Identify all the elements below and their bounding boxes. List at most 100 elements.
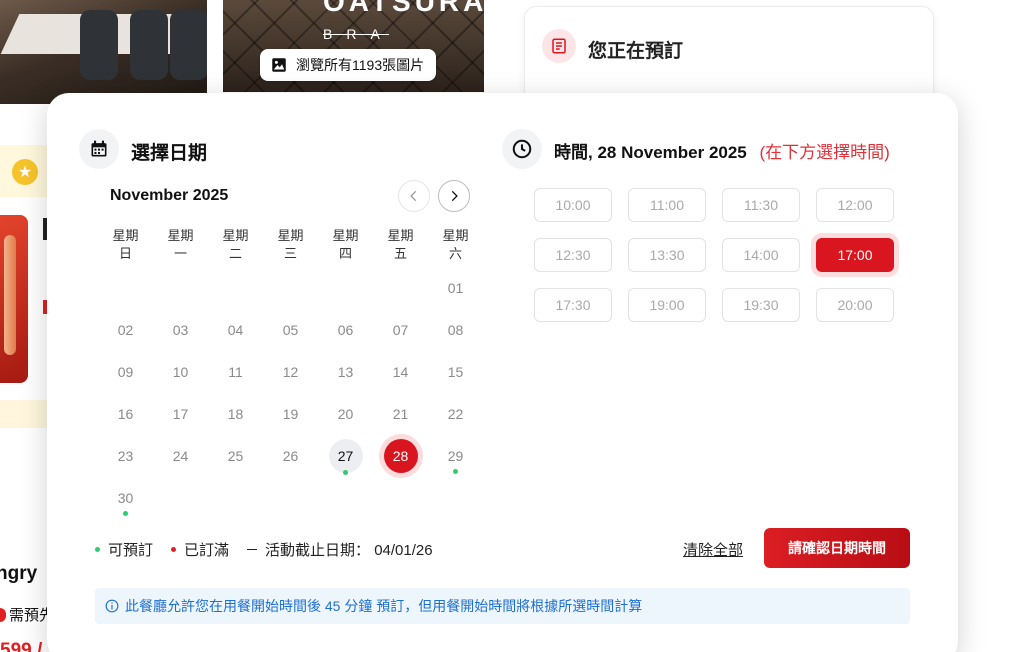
time-slot-1930: 19:30 [722, 288, 800, 322]
document-icon [542, 29, 576, 63]
calendar-day-27[interactable]: 27 [318, 435, 373, 477]
calendar-day-25: 25 [208, 435, 263, 477]
info-icon [105, 599, 119, 613]
calendar-day-21: 21 [373, 393, 428, 435]
calendar-day-number: 14 [392, 364, 409, 380]
calendar-day-number: 28 [383, 439, 418, 473]
weekday-header: 星期 五 [387, 228, 414, 261]
calendar-icon [79, 129, 119, 169]
calendar-day-number: 02 [117, 322, 134, 338]
availability-dot-icon [343, 470, 348, 475]
calendar-day-number: 20 [337, 406, 354, 422]
calendar-day-23: 23 [98, 435, 153, 477]
calendar-day-04: 04 [208, 309, 263, 351]
legend-full: 已訂滿 [171, 539, 229, 560]
available-dot-icon [95, 547, 100, 552]
calendar-day-number: 16 [117, 406, 134, 422]
calendar-day-12: 12 [263, 351, 318, 393]
time-slot-1000: 10:00 [534, 188, 612, 222]
calendar-day-28[interactable]: 28 [373, 435, 428, 477]
availability-dot-icon [123, 511, 128, 516]
calendar-day-number: 12 [282, 364, 299, 380]
calendar-day-number: 01 [447, 280, 464, 296]
view-all-photos-label: 瀏覽所有1193張圖片 [296, 57, 425, 73]
calendar-day-16: 16 [98, 393, 153, 435]
calendar-day-14: 14 [373, 351, 428, 393]
calendar-day-10: 10 [153, 351, 208, 393]
calendar-day-01: 01 [428, 267, 483, 309]
calendar-day-number: 23 [117, 448, 134, 464]
weekday-header: 星期 三 [277, 228, 304, 261]
calendar-day-07: 07 [373, 309, 428, 351]
time-section-hint: (在下方選擇時間) [759, 143, 890, 162]
booking-summary-title: 您正在預訂 [588, 41, 684, 62]
calendar-day-05: 05 [263, 309, 318, 351]
calendar-empty-cell [318, 267, 373, 309]
calendar-empty-cell [373, 267, 428, 309]
calendar-day-number: 27 [328, 439, 363, 473]
calendar-month-label: November 2025 [110, 187, 229, 204]
calendar-day-number: 08 [447, 322, 464, 338]
time-slot-1400: 14:00 [722, 238, 800, 272]
calendar-grid: 星期 日 星期 一 星期 二 星期 三 星期 四 星期 五 星期 六 01 02 03 04 05 06… [98, 225, 483, 519]
time-slot-1200[interactable]: 12:00 [816, 188, 894, 222]
time-slot-1730: 17:30 [534, 288, 612, 322]
date-time-picker-modal: 選擇日期 November 2025 星期 日星期 一星期 二星期 三星期 四星… [47, 93, 958, 652]
restaurant-photo-interior[interactable] [0, 0, 207, 104]
requirement-fragment: 需預先 [0, 604, 54, 625]
calendar-day-26: 26 [263, 435, 318, 477]
calendar-day-number: 19 [282, 406, 299, 422]
calendar-day-29[interactable]: 29 [428, 435, 483, 477]
brand-logo-text: OATSURA [323, 0, 484, 17]
calendar-day-30[interactable]: 30 [98, 477, 153, 519]
calendar-day-number: 11 [228, 364, 243, 380]
dash-icon [247, 549, 258, 550]
booking-info-notice: 此餐廳允許您在用餐開始時間後 45 分鐘 預訂，但用餐開始時間將根據所選時間計算 [95, 588, 910, 624]
time-slot-1700[interactable]: 17:00 [816, 238, 894, 272]
calendar-day-15: 15 [428, 351, 483, 393]
calendar-day-number: 03 [172, 322, 189, 338]
time-slot-1230: 12:30 [534, 238, 612, 272]
clear-all-button[interactable]: 清除全部 [683, 539, 743, 560]
confirm-date-time-button[interactable]: 請確認日期時間 [764, 528, 910, 568]
date-section-title: 選擇日期 [131, 143, 208, 164]
time-slot-1330: 13:30 [628, 238, 706, 272]
time-slot-1100: 11:00 [628, 188, 706, 222]
calendar-day-24: 24 [153, 435, 208, 477]
image-icon [272, 58, 286, 72]
time-slot-1130: 11:30 [722, 188, 800, 222]
weekday-header: 星期 日 [112, 228, 139, 261]
calendar-day-number: 05 [282, 322, 299, 338]
calendar-day-number: 26 [282, 448, 299, 464]
weekday-header: 星期 一 [167, 228, 194, 261]
calendar-empty-cell [263, 267, 318, 309]
calendar-day-number: 21 [392, 406, 409, 422]
chevron-left-icon [410, 190, 417, 202]
calendar-day-number: 17 [172, 406, 189, 422]
calendar-day-number: 10 [172, 364, 189, 380]
calendar-day-number: 24 [172, 448, 189, 464]
calendar-day-number: 07 [392, 322, 409, 338]
price-fragment: 599 / [0, 640, 43, 652]
calendar-day-06: 06 [318, 309, 373, 351]
legend-deadline: 活動截止日期： 04/01/26 [247, 539, 433, 560]
next-month-button[interactable] [438, 180, 470, 212]
calendar-empty-cell [98, 267, 153, 309]
calendar-day-09: 09 [98, 351, 153, 393]
calendar-day-number: 04 [227, 322, 244, 338]
calendar-day-number: 13 [337, 364, 354, 380]
chevron-right-icon [451, 190, 458, 202]
calendar-day-22: 22 [428, 393, 483, 435]
weekday-header: 星期 六 [442, 228, 469, 261]
weekday-header: 星期 四 [332, 228, 359, 261]
calendar-empty-cell [208, 267, 263, 309]
calendar-day-number: 15 [447, 364, 464, 380]
calendar-day-13: 13 [318, 351, 373, 393]
booking-info-text: 此餐廳允許您在用餐開始時間後 45 分鐘 預訂，但用餐開始時間將根據所選時間計算 [125, 598, 643, 614]
view-all-photos-button[interactable]: 瀏覽所有1193張圖片 [260, 49, 437, 81]
star-icon: ★ [12, 159, 38, 185]
previous-month-button[interactable] [398, 180, 430, 212]
food-thumbnail[interactable] [0, 215, 28, 383]
calendar-day-02: 02 [98, 309, 153, 351]
time-section-title: 時間, 28 November 2025 (在下方選擇時間) [554, 143, 890, 162]
